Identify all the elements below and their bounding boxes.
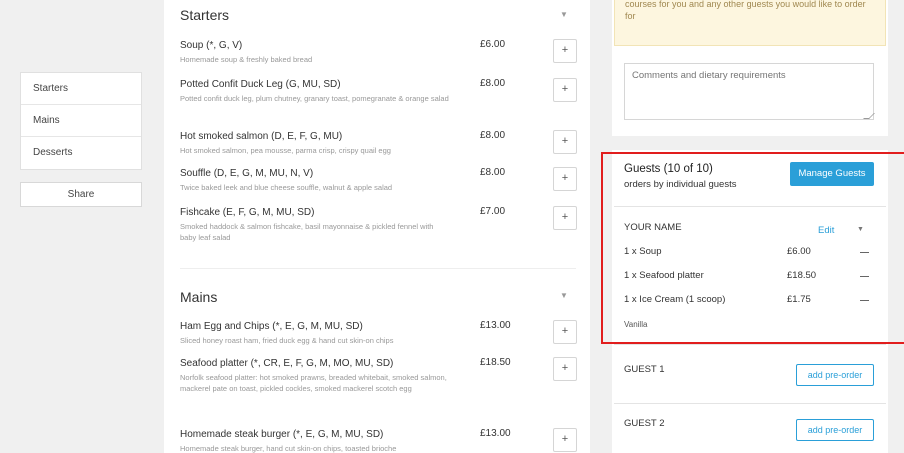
item-description: Twice baked leek and blue cheese souffle… — [180, 183, 393, 192]
guest-2-label: GUEST 2 — [624, 418, 665, 429]
item-name: Potted Confit Duck Leg (G, MU, SD) — [180, 79, 341, 90]
menu-item: Fishcake (E, F, G, M, MU, SD) Smoked had… — [180, 206, 580, 243]
category-nav: Starters Mains Desserts — [20, 72, 142, 170]
menu-item: Homemade steak burger (*, E, G, M, MU, S… — [180, 428, 580, 453]
collapse-mains-chevron-icon[interactable]: ▼ — [560, 291, 568, 300]
collapse-starters-chevron-icon[interactable]: ▼ — [560, 10, 568, 19]
item-price: £6.00 — [480, 39, 506, 50]
divider — [614, 344, 886, 345]
item-price: £18.50 — [480, 357, 511, 368]
section-divider — [180, 268, 576, 269]
nav-item-mains[interactable]: Mains — [21, 105, 141, 137]
section-title-mains: Mains — [180, 289, 218, 305]
menu-item: Potted Confit Duck Leg (G, MU, SD) Potte… — [180, 78, 580, 104]
highlight-box — [601, 152, 904, 344]
menu-item: Seafood platter (*, CR, E, F, G, M, MO, … — [180, 357, 580, 394]
item-price: £13.00 — [480, 428, 511, 439]
item-price: £8.00 — [480, 78, 506, 89]
item-name: Hot smoked salmon (D, E, F, G, MU) — [180, 131, 343, 142]
item-name: Soup (*, G, V) — [180, 40, 243, 51]
nav-item-desserts[interactable]: Desserts — [21, 137, 141, 169]
item-name: Fishcake (E, F, G, M, MU, SD) — [180, 207, 315, 218]
nav-item-starters[interactable]: Starters — [21, 73, 141, 105]
add-item-button[interactable]: + — [553, 167, 577, 191]
menu-item: Hot smoked salmon (D, E, F, G, MU) Hot s… — [180, 130, 580, 156]
add-item-button[interactable]: + — [553, 78, 577, 102]
add-item-button[interactable]: + — [553, 320, 577, 344]
item-description: Homemade steak burger, hand cut skin-on … — [180, 444, 397, 453]
item-name: Ham Egg and Chips (*, E, G, M, MU, SD) — [180, 321, 363, 332]
item-price: £13.00 — [480, 320, 511, 331]
info-notice: courses for you and any other guests you… — [614, 0, 886, 46]
add-item-button[interactable]: + — [553, 39, 577, 63]
item-description: Homemade soup & freshly baked bread — [180, 55, 313, 64]
add-item-button[interactable]: + — [553, 428, 577, 452]
menu-item: Souffle (D, E, G, M, MU, N, V) Twice bak… — [180, 167, 580, 193]
section-title-starters: Starters — [180, 7, 230, 23]
item-name: Seafood platter (*, CR, E, F, G, M, MO, … — [180, 358, 394, 369]
item-price: £8.00 — [480, 130, 506, 141]
add-item-button[interactable]: + — [553, 130, 577, 154]
share-button[interactable]: Share — [20, 182, 142, 207]
panel-gap — [612, 136, 888, 150]
guest-1-add-preorder-button[interactable]: add pre-order — [796, 364, 874, 386]
item-description: Norfolk seafood platter: hot smoked praw… — [180, 373, 447, 393]
guest-1-label: GUEST 1 — [624, 364, 665, 375]
item-description: Potted confit duck leg, plum chutney, gr… — [180, 94, 449, 103]
menu-item: Soup (*, G, V) Homemade soup & freshly b… — [180, 39, 580, 65]
add-item-button[interactable]: + — [553, 357, 577, 381]
divider — [614, 403, 886, 404]
item-description: Sliced honey roast ham, fried duck egg &… — [180, 336, 394, 345]
item-description: Smoked haddock & salmon fishcake, basil … — [180, 222, 434, 242]
menu-item: Ham Egg and Chips (*, E, G, M, MU, SD) S… — [180, 320, 580, 346]
comments-input[interactable] — [624, 63, 874, 120]
notice-text: courses for you and any other guests you… — [625, 0, 866, 21]
item-price: £7.00 — [480, 206, 506, 217]
menu-panel: Starters ▼ Soup (*, G, V) Homemade soup … — [164, 0, 590, 453]
guest-2-add-preorder-button[interactable]: add pre-order — [796, 419, 874, 441]
item-name: Homemade steak burger (*, E, G, M, MU, S… — [180, 429, 384, 440]
item-name: Souffle (D, E, G, M, MU, N, V) — [180, 168, 314, 179]
add-item-button[interactable]: + — [553, 206, 577, 230]
item-price: £8.00 — [480, 167, 506, 178]
item-description: Hot smoked salmon, pea mousse, parma cri… — [180, 146, 391, 155]
